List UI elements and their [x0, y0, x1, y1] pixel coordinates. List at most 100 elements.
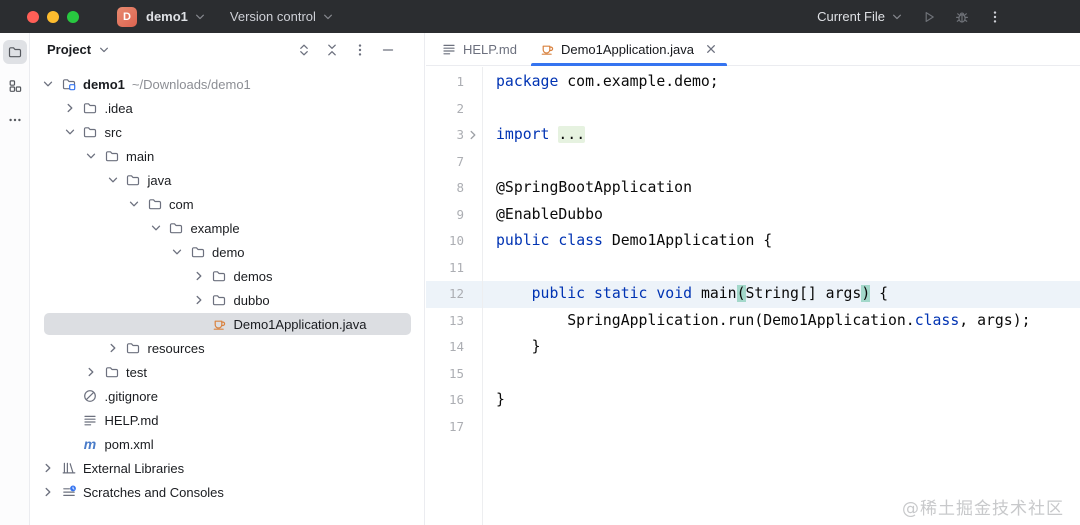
code-line-10[interactable]: 10 public class Demo1Application {: [426, 228, 1080, 255]
tree-item-src[interactable]: src: [30, 120, 424, 144]
more-horizontal-icon: [7, 112, 23, 128]
chevron-right-icon[interactable]: [105, 340, 121, 356]
line-number: 11: [448, 259, 464, 275]
project-view-selector[interactable]: Project: [47, 42, 112, 58]
options-icon[interactable]: [352, 42, 368, 58]
code-line-1[interactable]: 1 package com.example.demo;: [426, 69, 1080, 96]
code-text: }: [496, 391, 505, 408]
code-line-15[interactable]: 15: [426, 361, 1080, 388]
code-line-12[interactable]: 12 public static void main(String[] args…: [426, 281, 1080, 308]
chevron-down-icon[interactable]: [126, 196, 142, 212]
tab-help-md[interactable]: HELP.md: [430, 33, 528, 65]
vcs-selector[interactable]: Version control: [230, 9, 336, 25]
more-horizontal-button[interactable]: [3, 108, 27, 132]
gutter-fold-column: [464, 281, 482, 308]
chevron-down-icon[interactable]: [169, 244, 185, 260]
tree-item-path: ~/Downloads/demo1: [131, 76, 251, 92]
line-number: 8: [456, 180, 464, 195]
folder-icon: [168, 220, 185, 236]
chevron-down-icon[interactable]: [105, 172, 121, 188]
tree-item-help-md[interactable]: HELP.md: [30, 408, 424, 432]
run-configuration-selector[interactable]: Current File: [817, 9, 905, 25]
code-editor[interactable]: 1 package com.example.demo; 2 3 import ... 7 8…: [426, 67, 1080, 525]
chevron-down-icon[interactable]: [148, 220, 164, 236]
window-controls: [27, 10, 79, 23]
folder-icon: [82, 100, 99, 116]
tree-item-test[interactable]: test: [30, 360, 424, 384]
chevron-right-icon[interactable]: [40, 460, 56, 476]
hide-icon[interactable]: [380, 42, 396, 58]
tree-item-gitignore[interactable]: .gitignore: [30, 384, 424, 408]
code-line-13[interactable]: 13 SpringApplication.run(Demo1Applicatio…: [426, 308, 1080, 335]
chevron-down-icon[interactable]: [83, 148, 99, 164]
chevron-down-icon[interactable]: [62, 124, 78, 140]
fold-chevron-icon[interactable]: [464, 122, 482, 149]
structure-button[interactable]: [3, 74, 27, 98]
tree-item-dubbo[interactable]: dubbo: [30, 288, 424, 312]
folder-icon: [146, 196, 163, 212]
tree-item-pom-xml[interactable]: m pom.xml: [30, 432, 424, 456]
tree-item-main[interactable]: main: [30, 144, 424, 168]
editor-area: HELP.md Demo1Application.java 1 package co…: [426, 33, 1080, 525]
code-line-2[interactable]: 2: [426, 96, 1080, 123]
tree-item-demo1application-java[interactable]: Demo1Application.java: [30, 312, 424, 336]
tree-item-demo1[interactable]: demo1 ~/Downloads/demo1: [30, 72, 424, 96]
chevron-right-icon[interactable]: [191, 292, 207, 308]
project-panel-title: Project: [47, 42, 92, 57]
gutter-fold-column: [464, 228, 482, 255]
titlebar: D demo1 Version control Current File: [0, 0, 1080, 33]
titlebar-right-actions: Current File: [817, 8, 1080, 26]
line-number: 15: [448, 365, 464, 381]
chevron-right-icon[interactable]: [191, 268, 207, 284]
line-number: 13: [448, 312, 464, 328]
fullscreen-window-button[interactable]: [67, 10, 79, 23]
code-line-17[interactable]: 17: [426, 414, 1080, 441]
gitignore-icon: [82, 388, 99, 404]
tree-item-external-libraries[interactable]: External Libraries: [30, 456, 424, 480]
project-folder-button[interactable]: [2, 40, 27, 64]
project-selector[interactable]: demo1: [146, 9, 208, 25]
code-line-16[interactable]: 16}: [426, 387, 1080, 414]
run-icon[interactable]: [920, 8, 938, 26]
maven-icon: m: [83, 436, 97, 452]
close-window-button[interactable]: [27, 10, 39, 23]
tree-item-label: HELP.md: [104, 412, 159, 428]
tree-item-demos[interactable]: demos: [30, 264, 424, 288]
close-icon[interactable]: [703, 41, 719, 57]
tree-item-idea[interactable]: .idea: [30, 96, 424, 120]
minimize-window-button[interactable]: [47, 10, 59, 23]
code-line-7[interactable]: 7: [426, 149, 1080, 176]
code-line-14[interactable]: 14 }: [426, 334, 1080, 361]
tree-item-demo[interactable]: demo: [30, 240, 424, 264]
line-number: 7: [456, 153, 464, 169]
debug-icon[interactable]: [953, 8, 971, 26]
chevron-right-icon[interactable]: [62, 100, 78, 116]
structure-icon: [7, 78, 23, 94]
code-line-8[interactable]: 8 @SpringBootApplication: [426, 175, 1080, 202]
collapse-all-icon[interactable]: [324, 42, 340, 58]
chevron-down-icon: [96, 42, 112, 58]
expand-all-icon[interactable]: [296, 42, 312, 58]
chevron-down-icon: [889, 9, 905, 25]
tree-item-example[interactable]: example: [30, 216, 424, 240]
code-text: public static void main(String[] args) {: [531, 285, 889, 302]
tree-item-resources[interactable]: resources: [30, 336, 424, 360]
code-line-11[interactable]: 11: [426, 255, 1080, 282]
code-line-3[interactable]: 3 import ...: [426, 122, 1080, 149]
chevron-placeholder: [62, 436, 78, 452]
more-options-icon[interactable]: [986, 8, 1004, 26]
tree-item-label: pom.xml: [104, 436, 154, 452]
folder-icon: [211, 292, 228, 308]
chevron-down-icon[interactable]: [40, 76, 56, 92]
code-line-9[interactable]: 9 @EnableDubbo: [426, 202, 1080, 229]
tree-item-com[interactable]: com: [30, 192, 424, 216]
tab-demo1application-java[interactable]: Demo1Application.java: [528, 33, 730, 66]
chevron-right-icon[interactable]: [83, 364, 99, 380]
tree-item-label: dubbo: [233, 292, 270, 308]
tree-item-scratches-and-consoles[interactable]: Scratches and Consoles: [30, 480, 424, 504]
tree-item-java[interactable]: java: [30, 168, 424, 192]
tree-item-label: src: [104, 124, 122, 140]
chevron-right-icon[interactable]: [40, 484, 56, 500]
